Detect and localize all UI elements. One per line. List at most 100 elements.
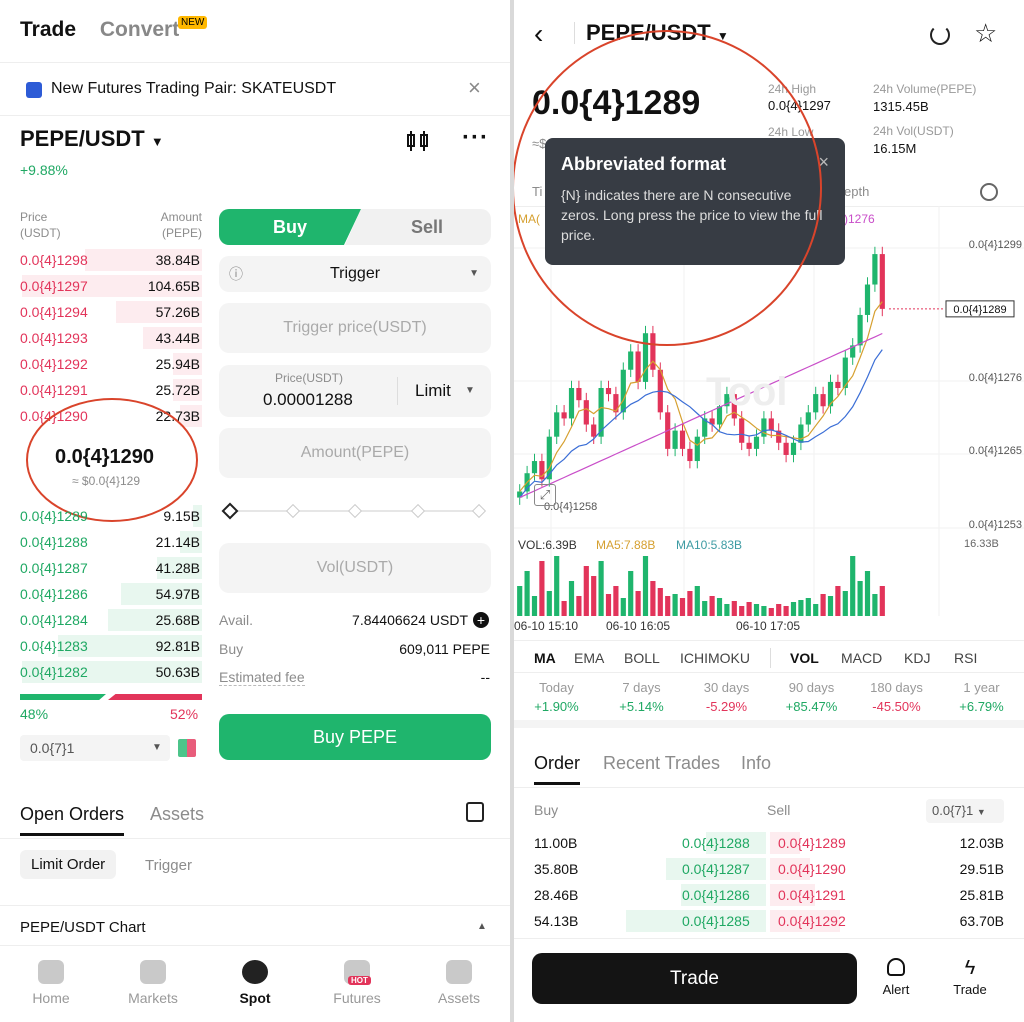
volume-bar [531,596,538,616]
trigger-price-input[interactable]: Trigger price(USDT) [219,303,491,353]
ask-row[interactable]: 0.0{4}1292 25.94B [0,351,205,377]
sell-tab[interactable]: Sell [345,209,491,245]
more-icon[interactable]: ··· [462,124,489,152]
volume-bar [864,571,871,616]
amount-placeholder: Amount(PEPE) [300,444,410,461]
slider-node[interactable] [471,503,487,519]
tab-order[interactable]: Order [534,753,581,785]
candle [835,381,841,388]
slider-node[interactable] [285,503,301,519]
alert-label: Alert [882,982,910,997]
tab-limit-order[interactable]: Limit Order [20,850,117,879]
candlestick-icon[interactable] [405,130,431,152]
bid-amount: 9.15B [163,508,200,524]
tab-trigger[interactable]: Trigger [145,857,192,874]
volume-bar [672,594,678,616]
order-book-row[interactable]: 28.46B 0.0{4}1286 0.0{4}1291 25.81B [514,882,1024,908]
tab-recent-trades[interactable]: Recent Trades [603,753,720,774]
ask-price: 0.0{4}1293 [20,330,88,346]
pair-selector[interactable]: PEPE/USDT ▼ [20,126,164,152]
divider [514,672,1024,673]
chart-link-bar[interactable]: PEPE/USDT Chart ▲ [0,905,510,945]
slider-handle[interactable] [221,502,239,520]
bid-price: 0.0{4}1288 [682,835,750,851]
ask-amount: 43.44B [155,330,200,346]
bid-row[interactable]: 0.0{4}1283 92.81B [0,633,205,659]
bid-price: 0.0{4}1283 [20,638,88,654]
slider-node[interactable] [347,503,363,519]
indicator-tab[interactable]: MACD [841,650,882,666]
volume-bar [554,556,560,616]
orderbook-layout-icon[interactable] [178,739,196,757]
order-book-row[interactable]: 54.13B 0.0{4}1285 0.0{4}1292 63.70B [514,908,1024,934]
buy-tab[interactable]: Buy [219,209,361,245]
precision-select[interactable]: 0.0{7}1 ▼ [20,735,170,761]
ask-price: 0.0{4}1289 [778,835,846,851]
indicator-tab[interactable]: VOL [790,650,819,666]
candle [753,436,760,449]
amount-input[interactable]: Amount(PEPE) [219,428,491,478]
precision-value: 0.0{7}1 [30,740,75,756]
add-funds-icon[interactable]: + [473,612,489,628]
ob-header-price: Price (USDT) [20,210,61,240]
tab-assets[interactable]: Assets [150,804,204,825]
buy-tab-label: Buy [272,217,307,237]
nav-spot[interactable]: Spot [204,960,306,1006]
nav-home[interactable]: Home [0,960,102,1006]
ask-row[interactable]: 0.0{4}1297 104.65B [0,273,205,299]
order-book-row[interactable]: 35.80B 0.0{4}1287 0.0{4}1290 29.51B [514,856,1024,882]
indicator-tab[interactable]: BOLL [624,650,660,666]
announcement-banner[interactable]: New Futures Trading Pair: SKATEUSDT × [0,62,510,116]
depth-tab-partial[interactable]: epth [844,184,869,199]
candle [531,461,538,474]
star-icon[interactable]: ☆ [974,18,997,49]
refresh-icon[interactable] [930,25,950,45]
amount-slider[interactable] [221,502,487,520]
close-icon[interactable]: × [468,75,481,101]
bid-amount: 25.68B [155,612,200,628]
order-book-row[interactable]: 11.00B 0.0{4}1288 0.0{4}1289 12.03B [514,830,1024,856]
indicator-tab[interactable]: RSI [954,650,977,666]
indicator-tab[interactable]: EMA [574,650,604,666]
tab-trade[interactable]: Trade [20,18,76,41]
expand-icon[interactable]: ⤢ [534,484,556,506]
price-input[interactable]: Price(USDT) 0.00001288 Limit ▼ [219,365,491,417]
candle [872,254,878,285]
order-history-icon[interactable] [466,802,484,822]
ask-row[interactable]: 0.0{4}1298 38.84B [0,247,205,273]
buy-pepe-button[interactable]: Buy PEPE [219,714,491,760]
quick-trade-button[interactable]: ϟ Trade [948,958,992,997]
vol-input[interactable]: Vol(USDT) [219,543,491,593]
precision-select[interactable]: 0.0{7}1 ▼ [926,799,1004,823]
ask-row[interactable]: 0.0{4}1293 43.44B [0,325,205,351]
bar-chart-icon [140,960,166,984]
avail-label: Avail. [219,612,253,628]
bid-row[interactable]: 0.0{4}1284 25.68B [0,607,205,633]
bid-row[interactable]: 0.0{4}1287 41.28B [0,555,205,581]
bid-row[interactable]: 0.0{4}1282 50.63B [0,659,205,685]
alert-button[interactable]: Alert [876,958,916,997]
bid-row[interactable]: 0.0{4}1289 9.15B [0,503,205,529]
order-type-select[interactable]: ⓘ Trigger ▼ [219,256,491,292]
indicator-tab[interactable]: ICHIMOKU [680,650,750,666]
nav-assets[interactable]: Assets [408,960,510,1006]
slider-node[interactable] [410,503,426,519]
trade-button[interactable]: Trade [532,953,857,1004]
bid-row[interactable]: 0.0{4}1288 21.14B [0,529,205,555]
info-icon[interactable]: ⓘ [229,256,243,292]
tab-convert[interactable]: Convert [100,18,179,41]
bid-row[interactable]: 0.0{4}1286 54.97B [0,581,205,607]
limit-label[interactable]: Limit [415,381,451,401]
ask-row[interactable]: 0.0{4}1294 57.26B [0,299,205,325]
tab-info[interactable]: Info [741,753,771,774]
nav-markets[interactable]: Markets [102,960,204,1006]
indicator-tab[interactable]: MA [534,650,556,666]
tab-open-orders[interactable]: Open Orders [20,804,125,836]
performance-value: +85.47% [785,699,838,714]
chart-settings-icon[interactable] [980,183,998,201]
candle [864,284,871,315]
y-axis-label: 0.0{4}1253 [969,519,1022,531]
bid-price: 0.0{4}1289 [20,508,88,524]
back-icon[interactable]: ‹ [534,18,543,50]
indicator-tab[interactable]: KDJ [904,650,930,666]
